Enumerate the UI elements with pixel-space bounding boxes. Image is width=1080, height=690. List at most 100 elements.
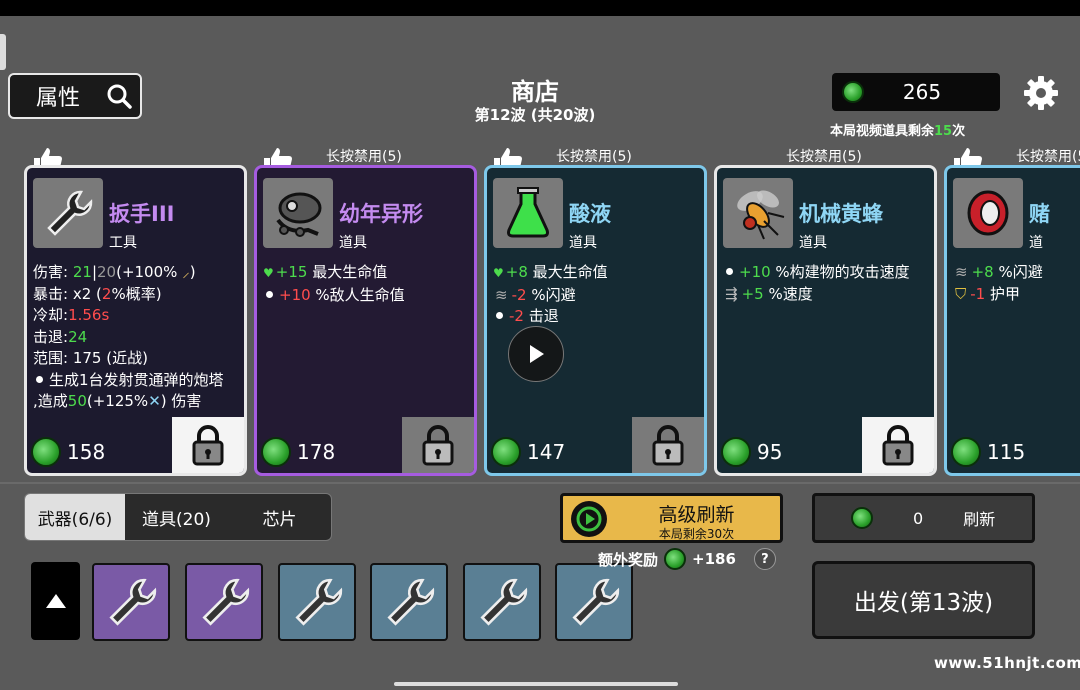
divider	[0, 482, 1080, 484]
item-name: 赌	[1029, 202, 1050, 226]
item-price: 115	[951, 437, 1025, 467]
inventory-tabs: 武器(6/6) 道具(20) 芯片	[24, 493, 332, 541]
lock-icon	[882, 425, 914, 466]
sword-icon: ⸝	[182, 263, 190, 281]
lock-button[interactable]	[632, 417, 704, 473]
coin-icon	[31, 437, 61, 467]
heart-icon: ♥	[263, 266, 274, 280]
wasp-icon	[723, 178, 793, 248]
extra-reward: 额外奖励 +186 ?	[598, 548, 776, 570]
engineering-icon: ✕	[148, 392, 161, 410]
wrench-icon	[109, 578, 157, 626]
tab-items[interactable]: 道具(20)	[125, 494, 228, 540]
weapon-slot[interactable]	[463, 563, 541, 641]
lock-button[interactable]	[402, 417, 474, 473]
wave-indicator: 第12波 (共20波)	[474, 106, 596, 124]
long-press-ban-label: 长按禁用(5)	[556, 149, 632, 165]
refresh-button[interactable]: 0 刷新	[812, 493, 1035, 543]
refresh-label: 刷新	[963, 510, 996, 529]
shop-card-baby-alien[interactable]: 幼年异形 道具 ♥ +15 最大生命值 +10 %敌人生命值 178	[254, 165, 477, 476]
dodge-icon: ≋	[955, 263, 968, 281]
shop-card-gamble[interactable]: 赌 道 ≋ +8 %闪避 ⛉ -1 护甲 115	[944, 165, 1080, 476]
item-price: 147	[491, 437, 565, 467]
long-press-ban-label: 长按禁用(5)	[326, 149, 402, 165]
video-items-remaining: 本局视频道具剩余15次	[830, 124, 966, 139]
item-price: 178	[261, 437, 335, 467]
attributes-button[interactable]: 属性	[8, 73, 142, 119]
shop-card-acid[interactable]: 酸液 道具 ♥ +8 最大生命值 ≋ -2 %闪避 -2 击退 147	[484, 165, 707, 476]
item-stats: ♥ +8 最大生命值 ≋ -2 %闪避 -2 击退	[493, 263, 608, 325]
attributes-label: 属性	[36, 86, 81, 111]
item-price: 158	[31, 437, 105, 467]
item-stats: ♥ +15 最大生命值 +10 %敌人生命值	[263, 263, 405, 304]
coin-icon	[721, 437, 751, 467]
wrench-icon	[33, 178, 103, 248]
wrench-icon	[480, 578, 528, 626]
item-type: 道具	[799, 235, 827, 251]
coin-icon	[491, 437, 521, 467]
shop-card-wrench[interactable]: 扳手III 工具 伤害: 21|20(+100% ⸝) 暴击: x2 (2%概率…	[24, 165, 247, 476]
tab-chips[interactable]: 芯片	[228, 494, 331, 540]
triangle-up-icon	[45, 594, 66, 608]
item-price: 95	[721, 437, 782, 467]
item-stats: +10 %构建物的攻击速度 ⇶ +5 %速度	[725, 263, 910, 303]
weapon-slot[interactable]	[278, 563, 356, 641]
side-drawer-handle[interactable]	[0, 34, 6, 70]
item-name: 机械黄蜂	[799, 202, 883, 226]
lock-icon	[422, 425, 454, 466]
coin-icon	[664, 548, 687, 570]
start-wave-button[interactable]: 出发(第13波)	[812, 561, 1035, 639]
play-icon	[530, 345, 544, 363]
weapon-slot[interactable]	[370, 563, 448, 641]
dodge-icon: ≋	[495, 285, 508, 304]
item-stats: 伤害: 21|20(+100% ⸝) 暴击: x2 (2%概率) 冷却:1.56…	[33, 263, 224, 410]
speed-icon: ⇶	[725, 284, 738, 303]
shield-icon: ⛉	[955, 284, 967, 303]
shop-card-mech-wasp[interactable]: 机械黄蜂 道具 +10 %构建物的攻击速度 ⇶ +5 %速度 95	[714, 165, 937, 476]
status-bar	[0, 0, 1080, 16]
help-button[interactable]: ?	[753, 548, 776, 570]
search-icon	[107, 84, 132, 109]
advanced-refresh-title: 高级刷新	[658, 504, 735, 526]
long-press-ban-label: 长按禁用(5)	[1016, 149, 1080, 165]
item-type: 道具	[339, 235, 367, 251]
wrench-icon	[572, 578, 620, 626]
weapon-slot[interactable]	[185, 563, 263, 641]
wrench-icon	[387, 578, 435, 626]
play-icon	[571, 501, 607, 537]
long-press-ban-label: 长按禁用(5)	[786, 149, 862, 165]
flask-icon	[493, 178, 563, 248]
token-icon	[953, 178, 1023, 248]
coin-balance: 265	[832, 73, 1000, 111]
home-indicator[interactable]	[394, 682, 678, 686]
wrench-icon	[295, 578, 343, 626]
video-play-button[interactable]	[508, 326, 564, 382]
item-type: 工具	[109, 235, 137, 251]
wrench-icon	[202, 578, 250, 626]
advanced-refresh-remaining: 本局剩余30次	[658, 527, 735, 541]
coin-icon	[951, 437, 981, 467]
item-name: 扳手III	[109, 202, 175, 226]
item-name: 幼年异形	[339, 202, 423, 226]
lock-icon	[192, 425, 224, 466]
lock-icon	[652, 425, 684, 466]
weapon-slot[interactable]	[555, 563, 633, 641]
page-title: 商店	[511, 78, 559, 106]
coin-amount: 265	[902, 80, 942, 104]
extra-reward-value: +186	[692, 550, 736, 568]
coin-icon	[851, 507, 873, 529]
coin-icon	[261, 437, 291, 467]
scroll-up-button[interactable]	[31, 562, 80, 640]
heart-icon: ♥	[493, 266, 504, 280]
item-type: 道具	[569, 235, 597, 251]
gear-icon[interactable]	[1022, 74, 1060, 112]
lock-button[interactable]	[862, 417, 934, 473]
extra-reward-label: 额外奖励	[598, 550, 659, 569]
coin-icon	[842, 81, 864, 103]
item-type: 道	[1029, 235, 1043, 251]
lock-button[interactable]	[172, 417, 244, 473]
tab-weapons[interactable]: 武器(6/6)	[25, 494, 125, 540]
advanced-refresh-button[interactable]: 高级刷新 本局剩余30次	[560, 493, 783, 543]
watermark: www.51hnjt.com	[934, 654, 1080, 672]
weapon-slot[interactable]	[92, 563, 170, 641]
